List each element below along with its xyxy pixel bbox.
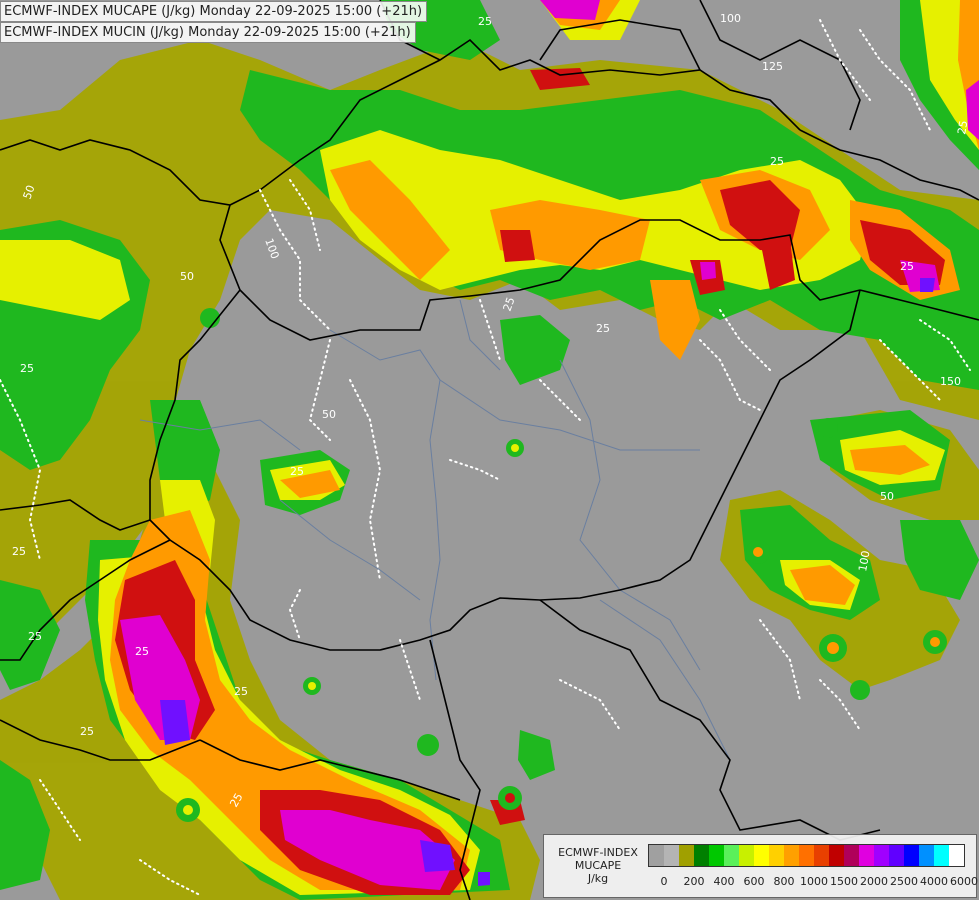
legend-tick-label: 2000 xyxy=(860,875,888,888)
legend-swatch xyxy=(709,845,724,866)
color-legend: ECMWF-INDEX MUCAPE J/kg 0 200 400 600 800 100… xyxy=(543,834,979,898)
contour-label: 150 xyxy=(940,375,961,388)
legend-swatch xyxy=(769,845,784,866)
legend-swatch xyxy=(829,845,844,866)
legend-tick-label: 1000 xyxy=(800,875,828,888)
legend-tick-label: 200 xyxy=(683,875,705,888)
contour-label: 25 xyxy=(290,465,304,478)
legend-swatch xyxy=(679,845,694,866)
contour-label: 25 xyxy=(596,322,610,335)
contour-label: 25 xyxy=(135,645,149,658)
legend-tick-labels: 0 200 400 600 800 1000 1500 2000 2500 4000 6000 xyxy=(544,875,979,889)
legend-swatch xyxy=(799,845,814,866)
contour-label: 50 xyxy=(322,408,336,421)
legend-tick-label: 1500 xyxy=(830,875,858,888)
contour-label: 50 xyxy=(880,490,894,503)
legend-swatches xyxy=(648,844,965,867)
legend-swatch xyxy=(739,845,754,866)
legend-swatch xyxy=(784,845,799,866)
legend-swatch xyxy=(859,845,874,866)
legend-swatch xyxy=(754,845,769,866)
legend-swatch xyxy=(724,845,739,866)
legend-swatch xyxy=(814,845,829,866)
contour-label: 25 xyxy=(955,119,970,135)
legend-tick-label: 6000 xyxy=(950,875,978,888)
legend-tick-label: 2500 xyxy=(890,875,918,888)
title-mucape: ECMWF-INDEX MUCAPE (J/kg) Monday 22-09-2… xyxy=(0,1,428,22)
legend-tick-label: 800 xyxy=(773,875,795,888)
legend-swatch xyxy=(664,845,679,866)
legend-swatch xyxy=(844,845,859,866)
contour-label: 25 xyxy=(770,155,784,168)
legend-swatch xyxy=(919,845,934,866)
legend-swatch xyxy=(874,845,889,866)
contour-label: 25 xyxy=(234,685,248,698)
contour-label: 125 xyxy=(762,60,783,73)
contour-label: 100 xyxy=(720,12,741,25)
legend-swatch xyxy=(949,845,964,866)
title-mucin: ECMWF-INDEX MUCIN (J/kg) Monday 22-09-20… xyxy=(0,22,416,43)
contour-label: 25 xyxy=(28,630,42,643)
legend-swatch xyxy=(904,845,919,866)
legend-swatch xyxy=(934,845,949,866)
legend-tick-label: 0 xyxy=(660,875,668,888)
contour-label: 25 xyxy=(478,15,492,28)
legend-tick-label: 4000 xyxy=(920,875,948,888)
legend-tick-label: 400 xyxy=(713,875,735,888)
contour-label: 25 xyxy=(12,545,26,558)
contour-label: 25 xyxy=(20,362,34,375)
contour-label: 25 xyxy=(80,725,94,738)
legend-swatch xyxy=(649,845,664,866)
legend-tick-label: 600 xyxy=(743,875,765,888)
legend-swatch xyxy=(889,845,904,866)
legend-title-line: MUCAPE xyxy=(574,859,622,872)
contour-label: 25 xyxy=(900,260,914,273)
legend-swatch xyxy=(694,845,709,866)
contour-label: 50 xyxy=(180,270,194,283)
legend-title-line: ECMWF-INDEX xyxy=(558,846,638,859)
mucape-map: 25 50 100 125 150 25 50 25 25 25 25 25 5… xyxy=(0,0,979,900)
